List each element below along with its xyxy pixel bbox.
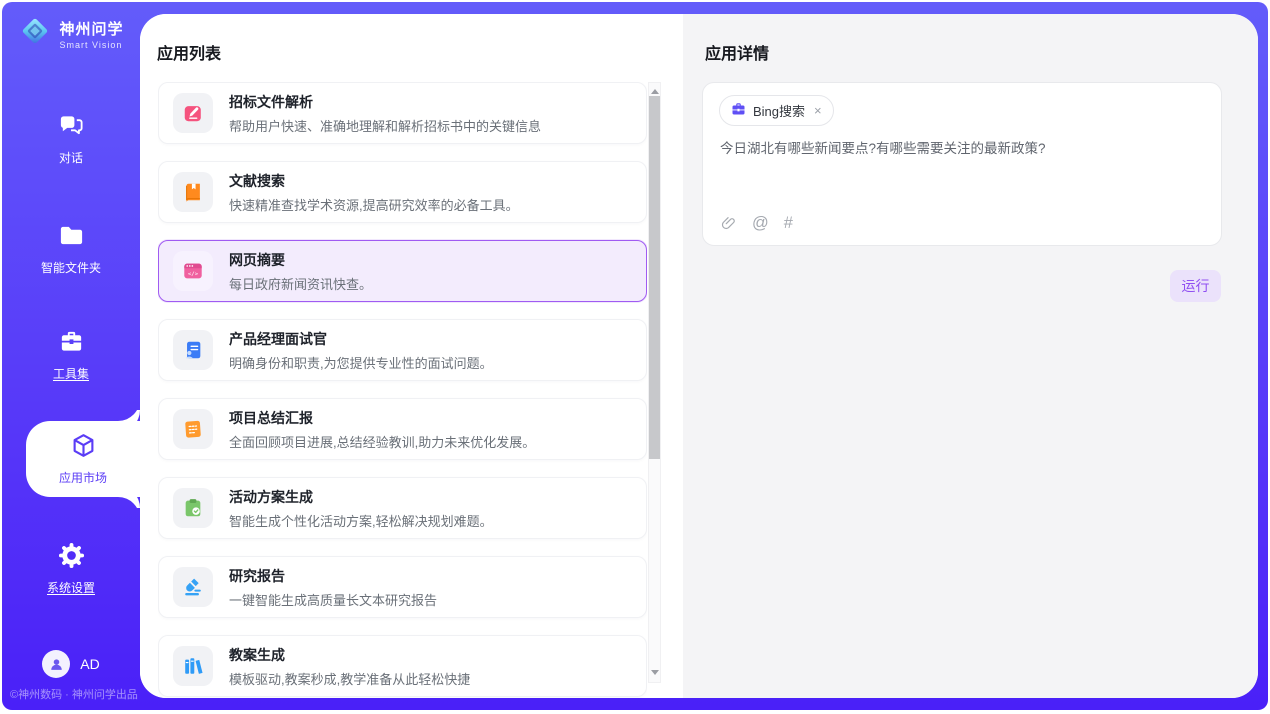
brand-logo: 神州问学 Smart Vision xyxy=(2,14,140,53)
app-card-description: 模板驱动,教案秒成,教学准备从此轻松快捷 xyxy=(229,669,470,688)
tool-chip-bing-search[interactable]: Bing搜索 × xyxy=(719,95,834,126)
svg-text:</>: </> xyxy=(188,271,199,277)
app-card-产品经理面试官[interactable]: 产品经理面试官明确身份和职责,为您提供专业性的面试问题。 xyxy=(158,319,647,381)
hash-icon[interactable]: # xyxy=(784,215,793,232)
cube-icon xyxy=(70,432,97,464)
browser-icon: </> xyxy=(173,251,213,291)
app-card-description: 快速精准查找学术资源,提高研究效率的必备工具。 xyxy=(229,195,519,214)
app-card-title: 招标文件解析 xyxy=(229,92,541,112)
folder-icon xyxy=(58,236,85,253)
app-list-panel: 应用列表 招标文件解析帮助用户快速、准确地理解和解析招标书中的关键信息文献搜索快… xyxy=(140,14,683,698)
app-card-description: 一键智能生成高质量长文本研究报告 xyxy=(229,590,437,609)
scrollbar[interactable] xyxy=(648,82,661,683)
app-list: 招标文件解析帮助用户快速、准确地理解和解析招标书中的关键信息文献搜索快速精准查找… xyxy=(158,82,647,698)
copyright-text: ©神州数码 · 神州问学出品 xyxy=(10,686,138,702)
bid-edit-icon xyxy=(173,93,213,133)
app-card-title: 网页摘要 xyxy=(229,250,372,270)
sidebar-item-label: 工具集 xyxy=(2,365,140,382)
app-card-title: 活动方案生成 xyxy=(229,487,493,507)
at-icon[interactable]: @ xyxy=(752,215,769,232)
sidebar-item-label: 对话 xyxy=(2,149,140,166)
main-content: 应用列表 招标文件解析帮助用户快速、准确地理解和解析招标书中的关键信息文献搜索快… xyxy=(140,14,1258,698)
sidebar-item-对话[interactable]: 对话 xyxy=(2,112,140,166)
sidebar: 神州问学 Smart Vision 对话智能文件夹工具集应用市场系统设置 AD … xyxy=(2,2,140,710)
app-card-title: 教案生成 xyxy=(229,645,470,665)
prompt-card: Bing搜索 × 今日湖北有哪些新闻要点?有哪些需要关注的最新政策? @# xyxy=(702,82,1222,246)
person-icon xyxy=(42,650,70,678)
query-input[interactable]: 今日湖北有哪些新闻要点?有哪些需要关注的最新政策? xyxy=(720,139,1201,159)
app-card-教案生成[interactable]: 教案生成模板驱动,教案秒成,教学准备从此轻松快捷 xyxy=(158,635,647,697)
app-window: 神州问学 Smart Vision 对话智能文件夹工具集应用市场系统设置 AD … xyxy=(2,2,1268,710)
briefcase-icon xyxy=(731,101,746,121)
notepad-icon xyxy=(173,409,213,449)
sidebar-item-应用市场[interactable]: 应用市场 xyxy=(26,421,140,497)
app-card-title: 研究报告 xyxy=(229,566,437,586)
book-icon xyxy=(173,172,213,212)
sidebar-item-智能文件夹[interactable]: 智能文件夹 xyxy=(2,222,140,276)
books-icon xyxy=(173,646,213,686)
diamond-logo-icon xyxy=(18,14,52,53)
tool-chip-label: Bing搜索 xyxy=(753,101,805,120)
app-card-招标文件解析[interactable]: 招标文件解析帮助用户快速、准确地理解和解析招标书中的关键信息 xyxy=(158,82,647,144)
clipboard-icon xyxy=(173,488,213,528)
sidebar-item-系统设置[interactable]: 系统设置 xyxy=(2,542,140,596)
user-name: AD xyxy=(80,656,99,672)
app-card-文献搜索[interactable]: 文献搜索快速精准查找学术资源,提高研究效率的必备工具。 xyxy=(158,161,647,223)
brand-subtitle: Smart Vision xyxy=(59,40,123,50)
scrollbar-thumb[interactable] xyxy=(649,96,660,459)
app-card-title: 文献搜索 xyxy=(229,171,519,191)
run-button[interactable]: 运行 xyxy=(1170,270,1221,302)
app-card-description: 明确身份和职责,为您提供专业性的面试问题。 xyxy=(229,353,493,372)
app-card-title: 项目总结汇报 xyxy=(229,408,535,428)
app-detail-title: 应用详情 xyxy=(705,40,769,64)
app-card-description: 全面回顾项目进展,总结经验教训,助力未来优化发展。 xyxy=(229,432,535,451)
brand-name: 神州问学 xyxy=(59,18,123,39)
app-card-title: 产品经理面试官 xyxy=(229,329,493,349)
sidebar-item-工具集[interactable]: 工具集 xyxy=(2,328,140,382)
app-card-description: 每日政府新闻资讯快查。 xyxy=(229,274,372,293)
app-card-description: 智能生成个性化活动方案,轻松解决规划难题。 xyxy=(229,511,493,530)
app-card-活动方案生成[interactable]: 活动方案生成智能生成个性化活动方案,轻松解决规划难题。 xyxy=(158,477,647,539)
chat-icon xyxy=(58,126,85,143)
app-card-研究报告[interactable]: 研究报告一键智能生成高质量长文本研究报告 xyxy=(158,556,647,618)
app-list-title: 应用列表 xyxy=(157,40,221,64)
sidebar-item-label: 系统设置 xyxy=(2,579,140,596)
input-toolbar: @# xyxy=(720,215,793,232)
gear-icon xyxy=(58,556,85,573)
user-account[interactable]: AD xyxy=(2,650,140,678)
sidebar-item-label: 智能文件夹 xyxy=(2,259,140,276)
scroll-down-arrow-icon[interactable] xyxy=(649,666,660,678)
microscope-icon xyxy=(173,567,213,607)
app-card-网页摘要[interactable]: </> 网页摘要每日政府新闻资讯快查。 xyxy=(158,240,647,302)
interviewer-icon xyxy=(173,330,213,370)
close-icon[interactable]: × xyxy=(814,104,822,117)
app-detail-panel: 应用详情 Bing搜索 × 今日湖北有哪些新闻要点?有哪些需要关注的最新政策? … xyxy=(683,14,1258,698)
app-card-description: 帮助用户快速、准确地理解和解析招标书中的关键信息 xyxy=(229,116,541,135)
toolbox-icon xyxy=(58,342,85,359)
paperclip-icon[interactable] xyxy=(720,215,737,232)
app-card-项目总结汇报[interactable]: 项目总结汇报全面回顾项目进展,总结经验教训,助力未来优化发展。 xyxy=(158,398,647,460)
sidebar-item-label: 应用市场 xyxy=(59,469,107,486)
